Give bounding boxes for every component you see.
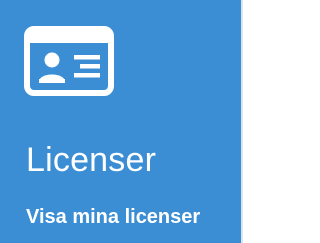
licenses-tile[interactable]: Licenser Visa mina licenser: [0, 0, 243, 243]
tile-title: Licenser: [26, 141, 157, 179]
id-card-icon: [24, 26, 114, 96]
tile-subtitle: Visa mina licenser: [26, 206, 201, 228]
